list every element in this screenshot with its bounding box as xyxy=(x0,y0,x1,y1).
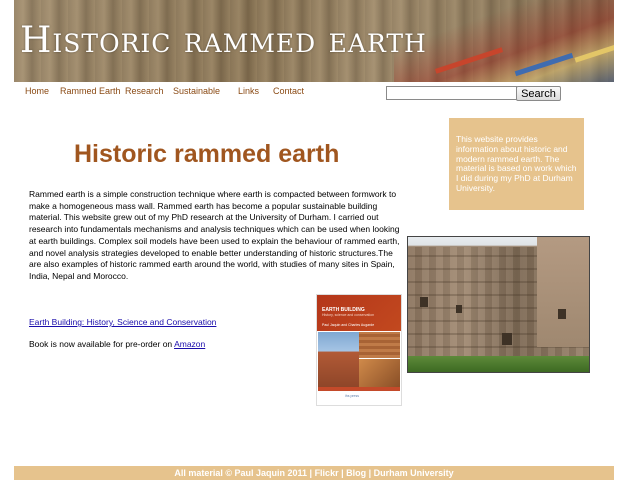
book-cover-photo xyxy=(359,332,400,358)
footer-copyright: All material © Paul Jaquin 2011 xyxy=(174,468,308,478)
page-heading: Historic rammed earth xyxy=(74,140,340,168)
footer-link-blog[interactable]: Blog xyxy=(346,468,366,478)
footer-separator: | xyxy=(338,468,347,478)
preorder-line: Book is now available for pre-order on A… xyxy=(29,339,205,349)
book-link[interactable]: Earth Building: History, Science and Con… xyxy=(29,317,216,327)
preorder-text: Book is now available for pre-order on xyxy=(29,339,175,349)
publisher-logo: ihs press xyxy=(345,394,360,398)
amazon-link[interactable]: Amazon xyxy=(174,339,205,349)
site-banner: Historic rammed earth xyxy=(14,0,614,82)
book-cover-photo xyxy=(318,332,359,387)
nav-item-sustainable[interactable]: Sustainable xyxy=(173,86,220,96)
wall-opening xyxy=(456,305,462,313)
book-cover-image[interactable]: EARTH BUILDING History, science and cons… xyxy=(316,294,402,406)
wall-opening xyxy=(558,309,566,319)
nav-item-research[interactable]: Research xyxy=(125,86,164,96)
search-button[interactable]: Search xyxy=(516,86,561,101)
book-cover-band xyxy=(318,387,400,391)
intro-paragraph: Rammed earth is a simple construction te… xyxy=(29,189,400,281)
rammed-earth-ruin-photo xyxy=(407,236,590,373)
footer-link-flickr[interactable]: Flickr xyxy=(315,468,339,478)
ruin-grass xyxy=(408,356,589,372)
info-text: This website provides information about … xyxy=(456,134,577,193)
nav-item-rammed-earth[interactable]: Rammed Earth xyxy=(60,86,121,96)
wall-opening xyxy=(420,297,428,307)
footer-separator: | xyxy=(366,468,374,478)
info-box: This website provides information about … xyxy=(449,118,584,210)
search-input[interactable] xyxy=(386,86,517,100)
prayer-flags-decoration xyxy=(394,0,614,82)
site-footer: All material © Paul Jaquin 2011 | Flickr… xyxy=(14,466,614,480)
footer-separator: | xyxy=(307,468,315,478)
nav-item-home[interactable]: Home xyxy=(25,86,49,96)
book-cover-authors: Paul Jaquin and Charles Augarde xyxy=(322,323,375,327)
footer-link-durham[interactable]: Durham University xyxy=(374,468,454,478)
book-cover-subtitle: History, science and conservation xyxy=(322,313,375,317)
nav-item-links[interactable]: Links xyxy=(238,86,259,96)
site-title: Historic rammed earth xyxy=(20,20,427,61)
ruin-tower xyxy=(537,237,589,347)
book-cover-photo xyxy=(359,359,400,387)
wall-opening xyxy=(502,333,512,345)
nav-item-contact[interactable]: Contact xyxy=(273,86,304,96)
